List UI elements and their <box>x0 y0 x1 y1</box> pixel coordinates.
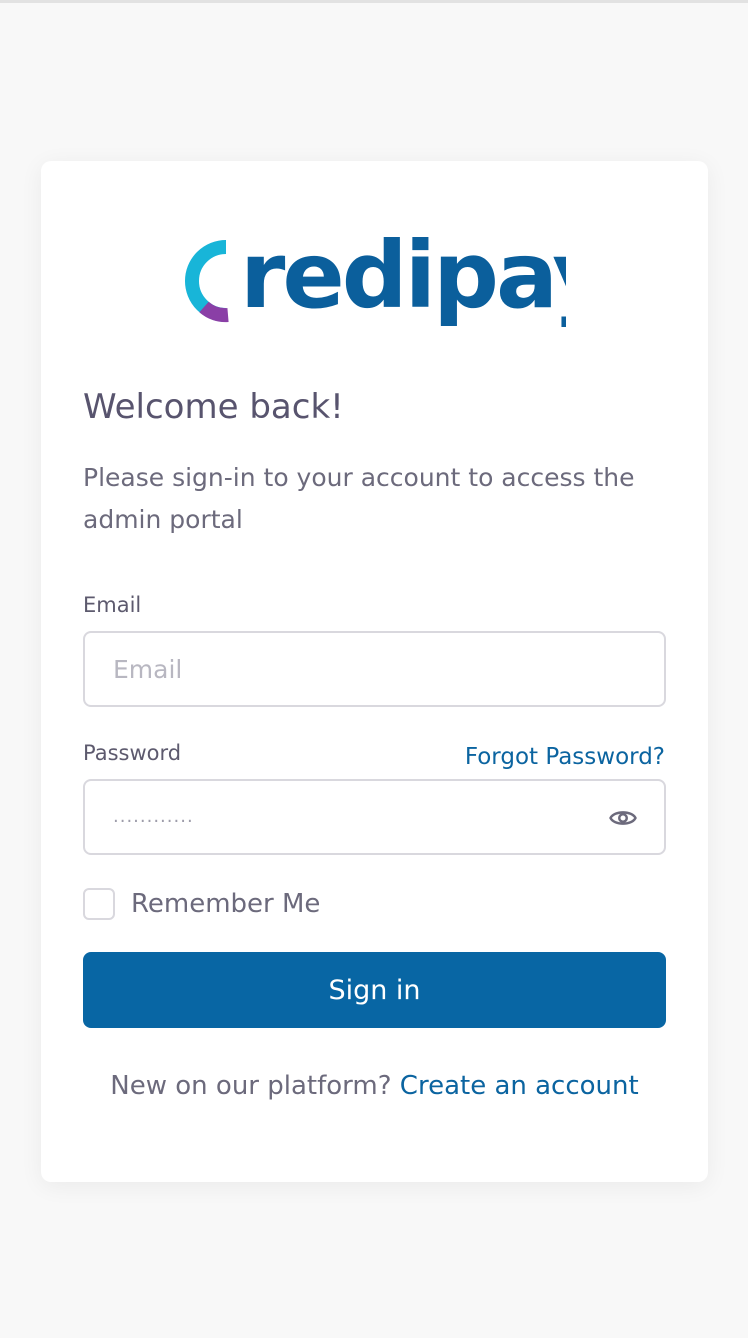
credipay-logo: redipay <box>185 233 566 329</box>
login-card: redipay Welcome back! Please sign-in to … <box>41 161 708 1182</box>
email-field-box[interactable] <box>83 631 666 707</box>
password-label: Password <box>83 741 182 765</box>
top-border <box>0 0 748 3</box>
page-title: Welcome back! <box>83 387 344 427</box>
remember-me-row: Remember Me <box>83 886 320 922</box>
page-subtitle: Please sign-in to your account to access… <box>83 463 635 534</box>
email-label: Email <box>83 593 142 617</box>
logo-wordmark: redipay <box>240 233 566 329</box>
eye-icon[interactable] <box>608 803 638 833</box>
signup-prompt-text: New on our platform? <box>110 1071 392 1101</box>
sign-in-button[interactable]: Sign in <box>83 952 666 1028</box>
signup-prompt: New on our platform? Create an account <box>83 1071 666 1101</box>
remember-me-label[interactable]: Remember Me <box>131 889 320 919</box>
forgot-password-link[interactable]: Forgot Password? <box>465 741 665 773</box>
remember-me-checkbox[interactable] <box>83 888 115 920</box>
password-field-box[interactable]: ............ <box>83 779 666 855</box>
password-field[interactable]: ............ <box>113 781 194 853</box>
create-account-link[interactable]: Create an account <box>400 1071 639 1101</box>
email-field[interactable] <box>113 633 593 705</box>
